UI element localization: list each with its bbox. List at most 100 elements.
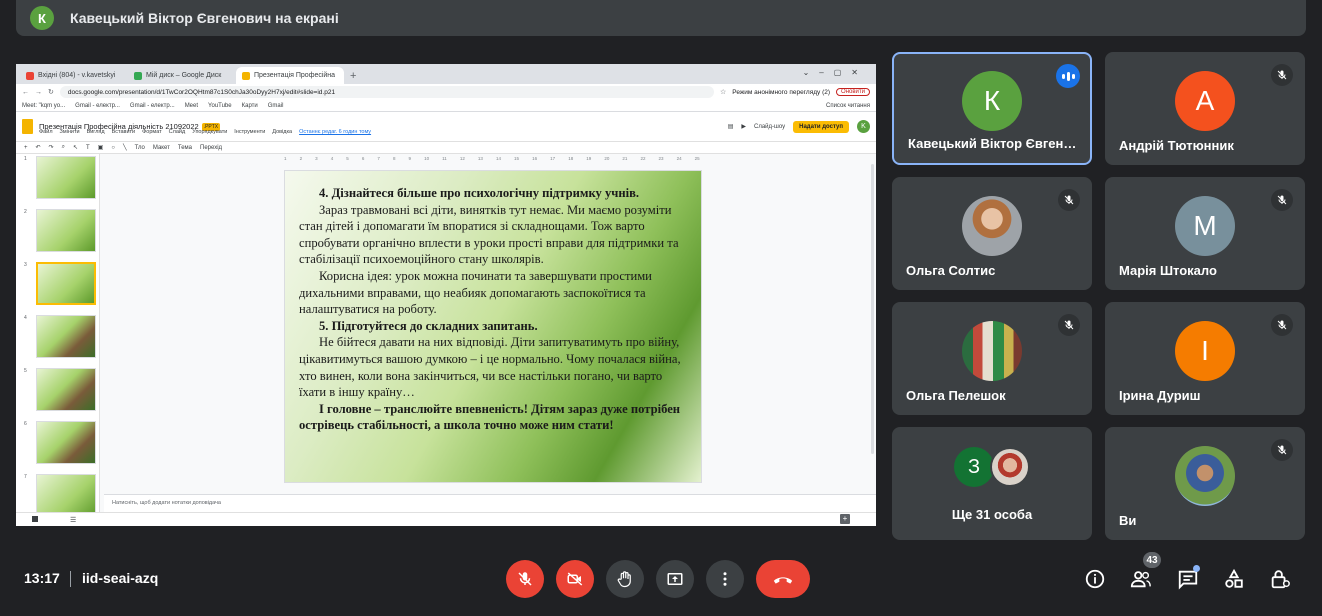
explore-icon[interactable]: + xyxy=(840,514,850,524)
bookmark-item[interactable]: Meet: "kqm yo... xyxy=(22,103,65,109)
bookmark-item[interactable]: Gmail - електр... xyxy=(130,103,175,109)
meeting-details-button[interactable] xyxy=(1081,565,1109,593)
participant-name: Ви xyxy=(1119,513,1137,528)
menu-item[interactable]: Вигляд xyxy=(87,129,105,135)
image-icon[interactable]: ▣ xyxy=(98,144,104,151)
new-slide-icon[interactable]: + xyxy=(24,145,28,151)
info-icon xyxy=(1085,569,1105,589)
slide-thumbnail[interactable]: 2 xyxy=(20,209,96,254)
thumbnail-image xyxy=(36,209,96,252)
browser-tab-gmail[interactable]: Вхідні (804) - v.kavetskyi xyxy=(20,67,128,84)
toolbar-item[interactable]: Макет xyxy=(153,145,170,151)
meet-icon[interactable]: ▶ xyxy=(741,123,746,130)
menu-item[interactable]: Інструменти xyxy=(234,129,265,135)
browser-tab-slides[interactable]: Презентація Професійна xyxy=(236,67,344,84)
participant-tile[interactable]: М Марія Штокало xyxy=(1105,177,1305,290)
browser-tab-drive[interactable]: Мій диск – Google Диск xyxy=(128,67,236,84)
thumbnail-image xyxy=(36,262,96,305)
host-controls-button[interactable] xyxy=(1266,565,1294,593)
slide-number: 3 xyxy=(24,262,27,268)
menu-item[interactable]: Вставити xyxy=(112,129,136,135)
toolbar-item[interactable]: Перехід xyxy=(200,145,222,151)
bookmarks-bar: Meet: "kqm yo... Gmail - електр... Gmail… xyxy=(16,100,876,112)
back-icon[interactable]: ← xyxy=(22,89,29,96)
forward-icon[interactable]: → xyxy=(35,89,42,96)
participant-tile[interactable]: Ольга Пелешок xyxy=(892,302,1092,415)
account-avatar[interactable]: K xyxy=(857,120,870,133)
select-icon[interactable]: ↖ xyxy=(73,144,78,151)
slides-bottom-bar: ☰ + xyxy=(16,512,876,526)
filmstrip-view-icon[interactable]: ☰ xyxy=(70,516,76,524)
url-field[interactable]: docs.google.com/presentation/d/1TwCor2OQ… xyxy=(59,86,715,98)
slide-thumbnail[interactable]: 1 xyxy=(20,156,96,201)
thumbnail-image xyxy=(36,368,96,411)
bookmark-item[interactable]: Meet xyxy=(185,103,198,109)
redo-icon[interactable]: ↷ xyxy=(49,144,54,151)
drive-icon xyxy=(134,71,142,80)
present-screen-button[interactable] xyxy=(656,560,694,598)
raise-hand-button[interactable] xyxy=(606,560,644,598)
menu-item[interactable]: Довідка xyxy=(272,129,292,135)
editor-scrollbar[interactable] xyxy=(871,164,874,454)
participant-tile[interactable]: І Ірина Дуриш xyxy=(1105,302,1305,415)
more-options-button[interactable] xyxy=(706,560,744,598)
grid-view-icon[interactable] xyxy=(32,516,38,522)
reading-list[interactable]: Список читання xyxy=(826,103,870,109)
bookmark-item[interactable]: Gmail - електр... xyxy=(75,103,120,109)
participant-tile[interactable]: А Андрій Тютюнник xyxy=(1105,52,1305,165)
participant-tile[interactable]: К Кавецький Віктор Євген… xyxy=(892,52,1092,165)
toolbar-item[interactable]: Тема xyxy=(178,145,192,151)
reload-icon[interactable]: ↻ xyxy=(48,88,54,96)
toolbar-item[interactable]: Тло xyxy=(135,145,145,151)
mic-toggle-button[interactable] xyxy=(506,560,544,598)
slide-thumbnail[interactable]: 5 xyxy=(20,368,96,413)
mic-off-icon xyxy=(1271,439,1293,461)
more-participants-tile[interactable]: З Ще 31 особа xyxy=(892,427,1092,540)
participant-tile[interactable]: Ольга Солтис xyxy=(892,177,1092,290)
textbox-icon[interactable]: T xyxy=(86,145,90,151)
speaker-notes-field[interactable]: Натисніть, щоб додати нотатки доповідача xyxy=(104,494,876,512)
line-icon[interactable]: ╲ xyxy=(123,144,127,151)
zoom-icon[interactable]: ⌕ xyxy=(62,144,65,151)
slide-thumbnail-selected[interactable]: 3 xyxy=(20,262,96,307)
ruler-tick: 1 xyxy=(284,156,287,161)
menu-item[interactable]: Змінити xyxy=(60,129,80,135)
incognito-label[interactable]: Режим анонімного перегляду (2) xyxy=(732,89,830,96)
menu-item[interactable]: Формат xyxy=(142,129,162,135)
menu-item[interactable]: Упорядкувати xyxy=(192,129,227,135)
window-controls[interactable]: ⌄–▢✕ xyxy=(803,68,868,77)
menu-item[interactable]: Файл xyxy=(39,129,53,135)
activities-button[interactable] xyxy=(1220,565,1248,593)
last-edit-link[interactable]: Останнє редаг. 6 годин тому xyxy=(299,129,371,135)
slide-thumbnail[interactable]: 4 xyxy=(20,315,96,360)
address-bar-row: ← → ↻ docs.google.com/presentation/d/1Tw… xyxy=(16,84,876,100)
star-icon[interactable]: ☆ xyxy=(720,88,726,96)
slide-number: 4 xyxy=(24,315,27,321)
participant-name: Ольга Солтис xyxy=(906,263,996,278)
bookmark-item[interactable]: Gmail xyxy=(268,103,284,109)
menu-item[interactable]: Слайд xyxy=(169,129,186,135)
thumbnail-image xyxy=(36,474,96,517)
bookmark-item[interactable]: YouTube xyxy=(208,103,232,109)
presenter-avatar: К xyxy=(30,6,54,30)
comments-icon[interactable]: ▤ xyxy=(728,123,734,130)
slides-logo-icon[interactable] xyxy=(22,119,33,134)
clock: 13:17 xyxy=(24,570,60,586)
new-tab-button[interactable]: + xyxy=(344,70,362,84)
slide-number: 2 xyxy=(24,209,27,215)
camera-toggle-button[interactable] xyxy=(556,560,594,598)
update-button[interactable]: Оновити xyxy=(836,88,870,96)
slide-canvas[interactable]: 4. Дізнайтеся більше про психологічну пі… xyxy=(284,170,702,483)
share-access-button[interactable]: Надати доступ xyxy=(793,120,849,133)
bookmark-item[interactable]: Карти xyxy=(242,103,258,109)
self-tile[interactable]: Ви xyxy=(1105,427,1305,540)
browser-tab-strip: Вхідні (804) - v.kavetskyi Мій диск – Go… xyxy=(16,64,876,84)
ruler-tick: 8 xyxy=(392,156,396,161)
leave-call-button[interactable] xyxy=(756,560,810,598)
shape-icon[interactable]: ○ xyxy=(111,145,115,151)
slideshow-button[interactable]: Слайд-шоу xyxy=(754,124,785,130)
ruler-tick: 10 xyxy=(424,156,430,161)
undo-icon[interactable]: ↶ xyxy=(36,144,41,151)
people-button[interactable] xyxy=(1127,565,1155,593)
slide-thumbnail[interactable]: 6 xyxy=(20,421,96,466)
